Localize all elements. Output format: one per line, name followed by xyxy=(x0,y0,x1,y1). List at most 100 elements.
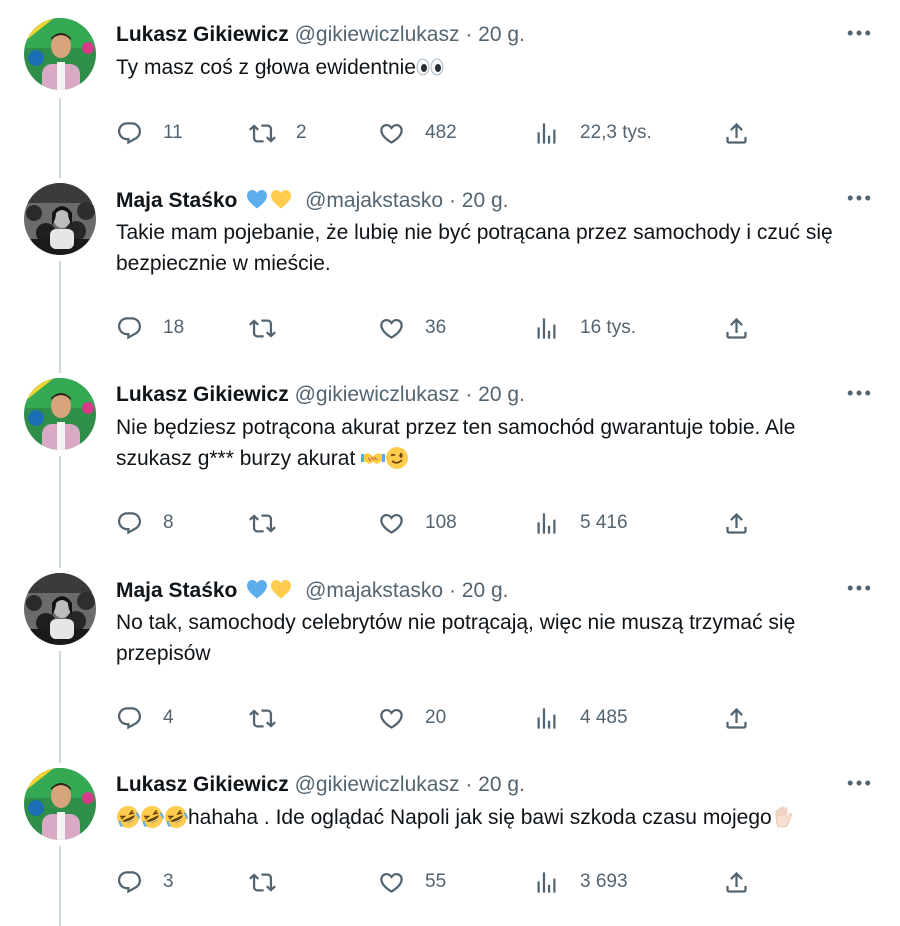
reply-count: 8 xyxy=(163,512,174,533)
share-button[interactable] xyxy=(723,508,750,538)
tweet-text-content: Ty masz coś z głowa ewidentnie xyxy=(116,56,416,79)
more-icon[interactable] xyxy=(844,768,874,798)
retweet-icon xyxy=(249,510,276,537)
tweet[interactable]: Lukasz Gikiewicz @gikiewiczlukasz · 20 g… xyxy=(0,360,900,555)
retweet-count: 2 xyxy=(296,122,307,143)
more-icon[interactable] xyxy=(844,183,874,213)
like-button[interactable]: 482 xyxy=(378,118,457,148)
tweet-time[interactable]: 20 g. xyxy=(462,189,509,212)
avatar[interactable] xyxy=(24,378,96,450)
yellow-heart-emoji xyxy=(269,187,293,211)
share-icon xyxy=(723,705,750,732)
tweet-header: Lukasz Gikiewicz @gikiewiczlukasz · 20 g… xyxy=(116,22,525,48)
retweet-icon xyxy=(249,869,276,896)
views-icon xyxy=(533,315,560,342)
tweet[interactable]: Lukasz Gikiewicz @gikiewiczlukasz · 20 g… xyxy=(0,750,900,926)
author-handle[interactable]: @gikiewiczlukasz xyxy=(295,23,460,46)
reply-count: 3 xyxy=(163,871,174,892)
tweet-actions: 3 55 3 693 xyxy=(116,867,796,897)
share-icon xyxy=(723,510,750,537)
tweet-text-content: Nie będziesz potrącona akurat przez ten … xyxy=(116,416,796,470)
rolling-laughing-emoji xyxy=(116,805,140,829)
share-button[interactable] xyxy=(723,703,750,733)
like-count: 482 xyxy=(425,122,457,143)
views-button[interactable]: 3 693 xyxy=(533,867,628,897)
separator-dot: · xyxy=(465,383,473,406)
tweet[interactable]: Maja Staśko @majakstasko · 20 g. No tak,… xyxy=(0,555,900,750)
tweet-actions: 8 108 5 416 xyxy=(116,508,796,538)
reply-button[interactable]: 11 xyxy=(116,118,183,148)
blue-heart-emoji xyxy=(245,187,269,211)
avatar[interactable] xyxy=(24,18,96,90)
retweet-button[interactable]: 2 xyxy=(249,118,307,148)
views-button[interactable]: 4 485 xyxy=(533,703,628,733)
tweet[interactable]: Maja Staśko @majakstasko · 20 g. Takie m… xyxy=(0,165,900,360)
tweet-time[interactable]: 20 g. xyxy=(462,579,509,602)
avatar[interactable] xyxy=(24,768,96,840)
tweet-time[interactable]: 20 g. xyxy=(478,23,525,46)
tweet[interactable]: Lukasz Gikiewicz @gikiewiczlukasz · 20 g… xyxy=(0,0,900,180)
author-handle[interactable]: @majakstasko xyxy=(305,579,443,602)
more-icon[interactable] xyxy=(844,378,874,408)
like-button[interactable]: 20 xyxy=(378,703,446,733)
author-handle[interactable]: @majakstasko xyxy=(305,189,443,212)
reply-button[interactable]: 3 xyxy=(116,867,174,897)
share-icon xyxy=(723,120,750,147)
yellow-heart-emoji xyxy=(269,577,293,601)
retweet-button[interactable] xyxy=(249,313,296,343)
share-icon xyxy=(723,315,750,342)
author-name[interactable]: Lukasz Gikiewicz xyxy=(116,773,289,796)
retweet-icon xyxy=(249,315,276,342)
tweet-text-content: hahaha . Ide oglądać Napoli jak się bawi… xyxy=(188,806,772,829)
views-button[interactable]: 5 416 xyxy=(533,508,628,538)
share-button[interactable] xyxy=(723,313,750,343)
blue-heart-emoji xyxy=(245,577,269,601)
reply-button[interactable]: 4 xyxy=(116,703,174,733)
tweet-text: Nie będziesz potrącona akurat przez ten … xyxy=(116,412,876,474)
views-button[interactable]: 16 tys. xyxy=(533,313,636,343)
author-name[interactable]: Maja Staśko xyxy=(116,579,237,602)
like-count: 55 xyxy=(425,871,447,892)
tweet-time[interactable]: 20 g. xyxy=(478,773,525,796)
views-count: 4 485 xyxy=(580,707,628,728)
more-icon[interactable] xyxy=(844,18,874,48)
author-name[interactable]: Maja Staśko xyxy=(116,189,237,212)
reply-icon xyxy=(116,869,143,896)
like-icon xyxy=(378,510,405,537)
tweet-header: Lukasz Gikiewicz @gikiewiczlukasz · 20 g… xyxy=(116,382,525,408)
tweet-time[interactable]: 20 g. xyxy=(478,383,525,406)
like-button[interactable]: 36 xyxy=(378,313,446,343)
tweet-actions: 4 20 4 485 xyxy=(116,703,796,733)
like-icon xyxy=(378,869,405,896)
views-icon xyxy=(533,120,560,147)
share-button[interactable] xyxy=(723,867,750,897)
retweet-button[interactable] xyxy=(249,867,296,897)
like-button[interactable]: 55 xyxy=(378,867,446,897)
retweet-button[interactable] xyxy=(249,508,296,538)
avatar[interactable] xyxy=(24,573,96,645)
more-icon[interactable] xyxy=(844,573,874,603)
rolling-laughing-emoji xyxy=(164,805,188,829)
views-button[interactable]: 22,3 tys. xyxy=(533,118,652,148)
like-button[interactable]: 108 xyxy=(378,508,457,538)
author-name[interactable]: Lukasz Gikiewicz xyxy=(116,23,289,46)
retweet-button[interactable] xyxy=(249,703,296,733)
reply-icon xyxy=(116,120,143,147)
views-icon xyxy=(533,705,560,732)
reply-button[interactable]: 18 xyxy=(116,313,184,343)
eyes-emoji xyxy=(416,55,444,79)
retweet-icon xyxy=(249,120,276,147)
tweet-text: No tak, samochody celebrytów nie potrąca… xyxy=(116,607,876,669)
avatar[interactable] xyxy=(24,183,96,255)
author-handle[interactable]: @gikiewiczlukasz xyxy=(295,383,460,406)
tweet-text: Takie mam pojebanie, że lubię nie być po… xyxy=(116,217,876,279)
views-count: 22,3 tys. xyxy=(580,122,652,143)
reply-icon xyxy=(116,315,143,342)
views-icon xyxy=(533,869,560,896)
author-handle[interactable]: @gikiewiczlukasz xyxy=(295,773,460,796)
author-name[interactable]: Lukasz Gikiewicz xyxy=(116,383,289,406)
separator-dot: · xyxy=(448,189,456,212)
winking-face-emoji xyxy=(385,446,409,470)
reply-button[interactable]: 8 xyxy=(116,508,174,538)
share-button[interactable] xyxy=(723,118,750,148)
